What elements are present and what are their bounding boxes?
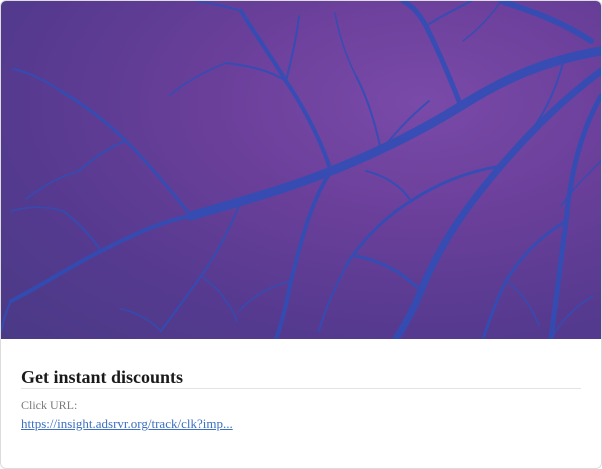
ad-card: Get instant discounts Click URL: https:/… xyxy=(0,0,602,469)
ad-title: Get instant discounts xyxy=(21,367,184,387)
ad-body: Get instant discounts Click URL: https:/… xyxy=(21,339,581,468)
ad-image[interactable] xyxy=(1,1,601,339)
click-url-link[interactable]: https://insight.adsrvr.org/track/clk?imp… xyxy=(21,416,233,432)
title-divider xyxy=(21,388,581,389)
tree-branches-image xyxy=(1,1,601,339)
click-url-label: Click URL: xyxy=(21,398,78,412)
